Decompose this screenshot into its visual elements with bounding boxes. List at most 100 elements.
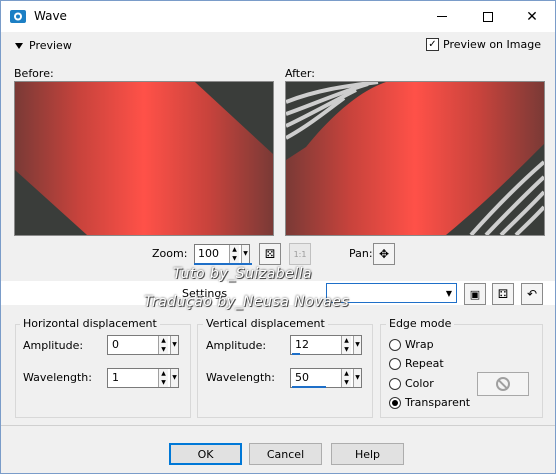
dropdown-arrow-icon: ▼: [355, 374, 360, 381]
randomize-button[interactable]: ⚃: [492, 283, 514, 305]
save-preset-button[interactable]: ▣: [464, 283, 486, 305]
preview-on-image-label: Preview on Image: [443, 38, 541, 51]
spin-up-icon[interactable]: ▲: [342, 336, 351, 345]
v-wavelength-value: 50: [295, 371, 309, 384]
window-title: Wave: [34, 9, 67, 23]
collapse-triangle-icon: [15, 43, 23, 49]
wave-dialog: Wave ✕ Preview ✓ Preview on Image Before…: [0, 0, 556, 474]
zoom-value: 100: [198, 247, 219, 260]
no-color-icon: [496, 377, 510, 391]
ok-button[interactable]: OK: [169, 443, 242, 465]
radio-wrap[interactable]: [389, 338, 401, 351]
h-wavelength-value: 1: [112, 371, 119, 384]
minimize-icon: [437, 16, 447, 17]
zoom-fit-button[interactable]: ⚄: [259, 243, 281, 265]
h-amplitude-spinner[interactable]: ▲ ▼: [158, 336, 168, 354]
radio-color[interactable]: [389, 377, 401, 390]
reset-arrow-icon: ↶: [526, 287, 538, 301]
zoom-label: Zoom:: [152, 247, 188, 260]
maximize-icon: [483, 11, 493, 22]
h-wavelength-label: Wavelength:: [23, 371, 92, 384]
v-wavelength-input[interactable]: 50 ▲ ▼ ▼: [290, 368, 362, 388]
spin-down-icon[interactable]: ▼: [159, 345, 168, 354]
pan-label: Pan:: [349, 247, 373, 260]
v-wavelength-dropdown[interactable]: ▼: [353, 369, 361, 387]
cancel-button[interactable]: Cancel: [249, 443, 322, 465]
h-amplitude-value: 0: [112, 338, 119, 351]
v-amplitude-input[interactable]: 12 ▲ ▼ ▼: [290, 335, 362, 355]
dropdown-arrow-icon: ▼: [355, 341, 360, 348]
floppy-disk-icon: ▣: [469, 287, 481, 301]
v-amplitude-slider[interactable]: [292, 353, 300, 355]
reset-button[interactable]: ↶: [521, 283, 543, 305]
v-amplitude-label: Amplitude:: [206, 339, 267, 352]
spin-up-icon[interactable]: ▲: [342, 369, 351, 378]
h-wavelength-input[interactable]: 1 ▲ ▼ ▼: [107, 368, 179, 388]
radio-repeat[interactable]: [389, 357, 401, 370]
spin-up-icon[interactable]: ▲: [230, 245, 239, 254]
before-label: Before:: [14, 67, 54, 80]
minimize-button[interactable]: [419, 1, 465, 32]
h-wavelength-spinner[interactable]: ▲ ▼: [158, 369, 168, 387]
edge-wrap-label: Wrap: [405, 338, 434, 351]
spin-up-icon[interactable]: ▲: [159, 369, 168, 378]
spin-down-icon[interactable]: ▼: [159, 378, 168, 387]
v-amplitude-value: 12: [295, 338, 309, 351]
edge-wrap-radio[interactable]: Wrap: [389, 338, 434, 351]
spin-down-icon[interactable]: ▼: [342, 378, 351, 387]
edge-transparent-radio[interactable]: Transparent: [389, 396, 470, 409]
h-amplitude-dropdown[interactable]: ▼: [170, 336, 178, 354]
maximize-button[interactable]: [465, 1, 511, 32]
dropdown-arrow-icon: ▼: [172, 374, 177, 381]
edge-repeat-label: Repeat: [405, 357, 444, 370]
spin-down-icon[interactable]: ▼: [230, 254, 239, 263]
radio-transparent[interactable]: [389, 396, 401, 409]
horizontal-displacement-title: Horizontal displacement: [20, 317, 160, 330]
checkmark-icon: ✓: [426, 38, 439, 51]
dropdown-arrow-icon: ▼: [243, 250, 248, 257]
zoom-slider-bar[interactable]: [194, 263, 252, 265]
v-amplitude-spinner[interactable]: ▲ ▼: [341, 336, 351, 354]
pan-crosshair-icon: ✥: [378, 247, 390, 261]
before-preview[interactable]: [14, 81, 274, 236]
dropdown-arrow-icon: ▼: [172, 341, 177, 348]
dice-icon: ⚄: [264, 247, 276, 261]
after-label: After:: [285, 67, 315, 80]
zoom-spinner[interactable]: ▲ ▼: [229, 245, 239, 263]
edge-mode-title: Edge mode: [386, 317, 455, 330]
after-preview[interactable]: [285, 81, 545, 236]
paint-shop-icon: [10, 10, 26, 23]
h-amplitude-label: Amplitude:: [23, 339, 84, 352]
edge-color-swatch[interactable]: [477, 372, 529, 396]
title-bar: Wave ✕: [1, 1, 555, 32]
h-wavelength-dropdown[interactable]: ▼: [170, 369, 178, 387]
vertical-displacement-title: Vertical displacement: [203, 317, 328, 330]
spin-up-icon[interactable]: ▲: [159, 336, 168, 345]
chevron-down-icon[interactable]: ▼: [442, 284, 456, 302]
spin-down-icon[interactable]: ▼: [342, 345, 351, 354]
footer-divider: [1, 425, 555, 426]
actual-size-icon: 1:1: [293, 249, 307, 259]
watermark-line-1: Tuto by_Suizabella: [173, 266, 313, 282]
preview-toggle-label: Preview: [29, 39, 72, 52]
h-amplitude-input[interactable]: 0 ▲ ▼ ▼: [107, 335, 179, 355]
dice-icon: ⚃: [497, 287, 509, 301]
zoom-input[interactable]: 100 ▲ ▼ ▼: [194, 244, 250, 264]
close-button[interactable]: ✕: [509, 1, 555, 32]
help-button[interactable]: Help: [331, 443, 404, 465]
edge-color-label: Color: [405, 377, 434, 390]
actual-size-button[interactable]: 1:1: [289, 243, 311, 265]
v-wavelength-spinner[interactable]: ▲ ▼: [341, 369, 351, 387]
preview-toggle[interactable]: Preview: [15, 39, 72, 52]
pan-button[interactable]: ✥: [373, 243, 395, 265]
preview-on-image-checkbox[interactable]: ✓ Preview on Image: [426, 38, 541, 51]
edge-color-radio[interactable]: Color: [389, 377, 434, 390]
close-icon: ✕: [526, 8, 538, 25]
v-wavelength-label: Wavelength:: [206, 371, 275, 384]
v-wavelength-slider[interactable]: [292, 386, 326, 388]
watermark-line-2: Tradução by_Neusa Novaes: [144, 294, 350, 310]
zoom-dropdown[interactable]: ▼: [241, 245, 249, 263]
edge-repeat-radio[interactable]: Repeat: [389, 357, 444, 370]
v-amplitude-dropdown[interactable]: ▼: [353, 336, 361, 354]
edge-transparent-label: Transparent: [405, 396, 471, 409]
